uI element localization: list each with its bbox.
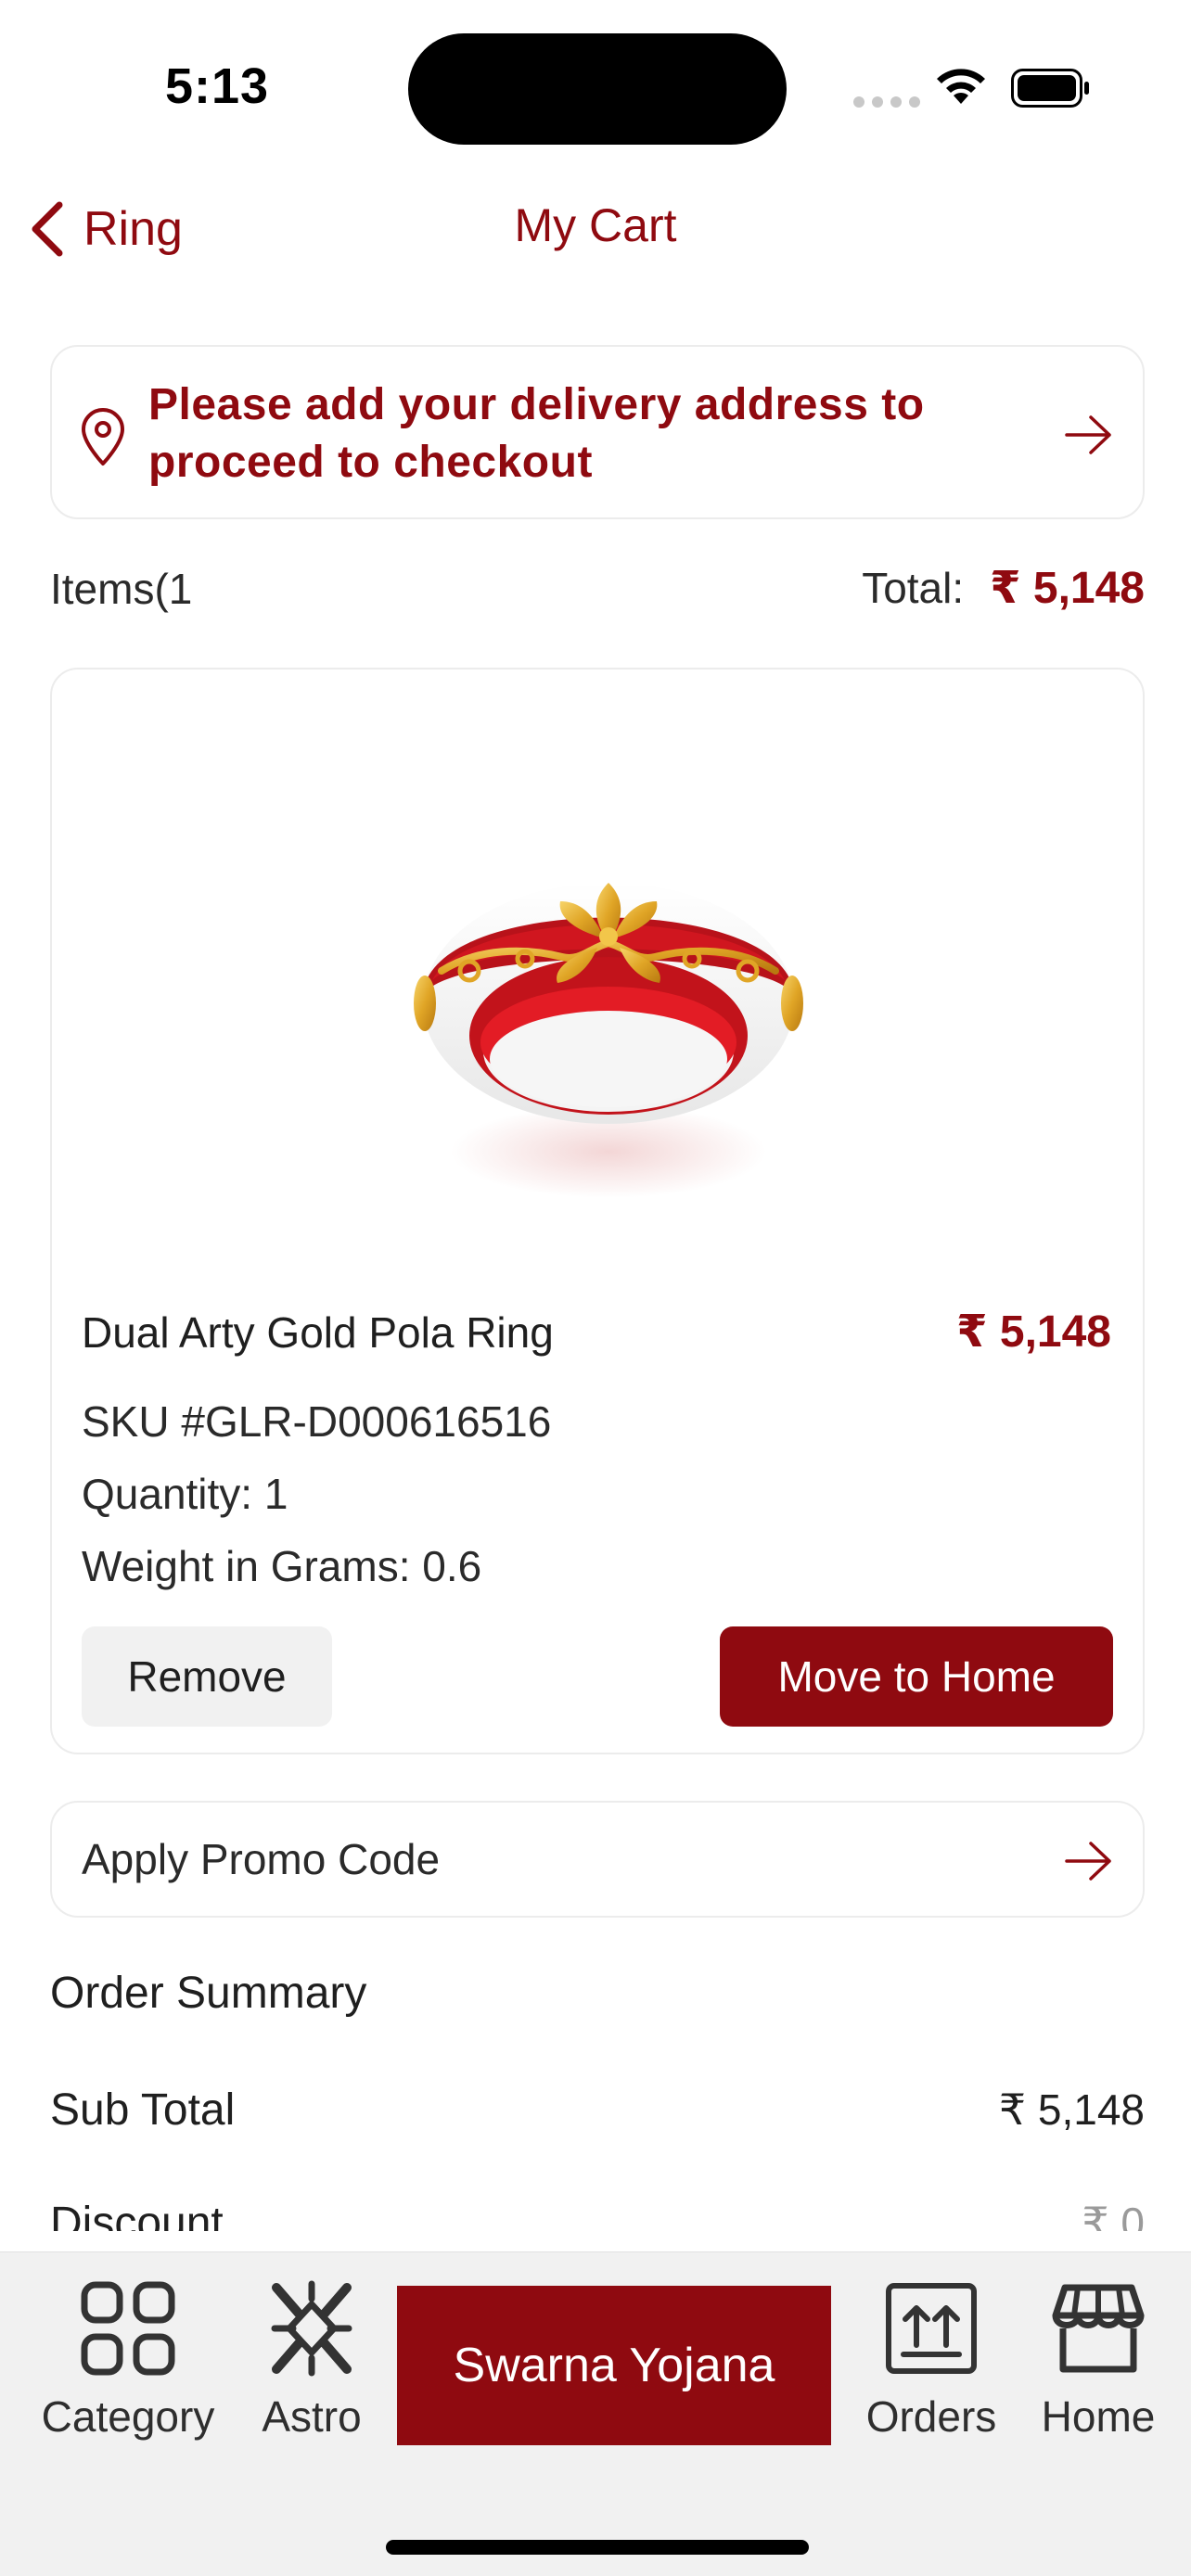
tab-label: Astro: [262, 2392, 362, 2441]
product-sku: SKU #GLR-D000616516: [82, 1397, 552, 1446]
summary-label: Discount: [50, 2199, 224, 2231]
swarna-yojana-button[interactable]: Swarna Yojana: [397, 2286, 831, 2445]
battery-icon: [1011, 69, 1089, 108]
status-bar: 5:13: [0, 0, 1191, 176]
promo-label: Apply Promo Code: [82, 1835, 441, 1883]
order-summary-title: Order Summary: [50, 1969, 367, 2018]
summary-row-subtotal: Sub Total ₹ 5,148: [50, 2085, 1145, 2149]
summary-row-discount: Discount ₹ 0: [50, 2198, 1145, 2231]
product-name[interactable]: Dual Arty Gold Pola Ring: [82, 1307, 554, 1358]
cart-total: Total: ₹ 5,148: [862, 562, 1145, 614]
remove-button[interactable]: Remove: [82, 1626, 332, 1727]
move-to-home-button[interactable]: Move to Home: [720, 1626, 1113, 1727]
cart-items-header: Items(1 Total: ₹ 5,148: [50, 558, 1145, 623]
page-title: My Cart: [514, 199, 677, 251]
location-pin-icon: [82, 408, 124, 465]
total-label: Total:: [862, 564, 965, 612]
total-value: ₹ 5,148: [990, 564, 1145, 613]
product-price: ₹ 5,148: [956, 1307, 1111, 1357]
cellular-signal-icon: [853, 96, 920, 108]
items-count: Items(1: [50, 565, 193, 613]
status-time: 5:13: [165, 58, 270, 114]
summary-value: ₹ 0: [1082, 2199, 1145, 2231]
product-image[interactable]: [404, 809, 813, 1198]
tab-astro[interactable]: Astro: [245, 2280, 378, 2442]
arrow-right-icon: [1065, 1842, 1111, 1881]
product-quantity: Quantity: 1: [82, 1470, 288, 1518]
summary-label: Sub Total: [50, 2085, 236, 2135]
home-indicator: [386, 2540, 809, 2555]
arrow-right-icon: [1065, 415, 1111, 454]
bottom-tab-bar: Category Astro Swarna Yojana Orders Home: [0, 2251, 1191, 2576]
tab-label: Orders: [865, 2392, 997, 2441]
summary-value: ₹ 5,148: [998, 2085, 1145, 2134]
delivery-address-card[interactable]: Please add your delivery address to proc…: [50, 345, 1145, 519]
delivery-address-message: Please add your delivery address to proc…: [148, 380, 925, 487]
apply-promo-code-button[interactable]: Apply Promo Code: [50, 1801, 1145, 1918]
grid-icon: [81, 2281, 175, 2376]
astro-icon: [271, 2280, 352, 2377]
tab-category[interactable]: Category: [20, 2280, 236, 2442]
store-icon: [1052, 2284, 1145, 2373]
orders-icon: [886, 2283, 977, 2374]
dynamic-island: [408, 33, 787, 145]
cart-item-card: Dual Arty Gold Pola Ring ₹ 5,148 SKU #GL…: [50, 668, 1145, 1754]
tab-home[interactable]: Home: [1026, 2280, 1171, 2442]
tab-label: Category: [41, 2392, 215, 2441]
wifi-icon: [937, 69, 985, 104]
tab-label: Home: [1041, 2392, 1156, 2441]
tab-orders[interactable]: Orders: [852, 2280, 1011, 2442]
product-weight: Weight in Grams: 0.6: [82, 1542, 482, 1590]
